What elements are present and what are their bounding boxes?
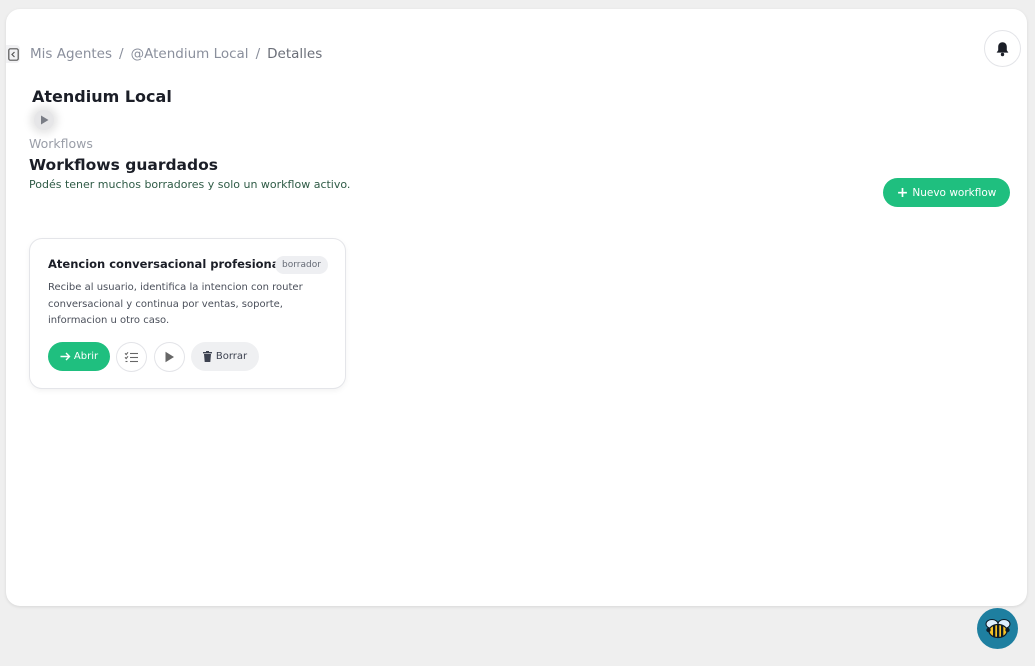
main-panel: Mis Agentes / @Atendium Local / Detalles…	[6, 9, 1027, 606]
delete-workflow-label: Borrar	[215, 351, 248, 362]
open-workflow-button[interactable]: Abrir	[48, 342, 110, 371]
bee-icon	[985, 618, 1010, 638]
breadcrumb-separator: /	[119, 46, 124, 62]
checklist-icon	[124, 351, 138, 362]
section-subtitle: Podés tener muchos borradores y solo un …	[29, 178, 351, 191]
plus-icon: +	[896, 184, 909, 201]
workflow-card: Atencion conversacional profesional borr…	[29, 238, 346, 389]
bell-icon	[996, 41, 1009, 56]
arrow-right-icon	[60, 352, 71, 361]
run-workflow-button[interactable]	[154, 342, 185, 372]
workflow-description: Recibe al usuario, identifica la intenci…	[48, 282, 303, 326]
open-workflow-label: Abrir	[73, 351, 99, 362]
play-icon	[40, 115, 48, 125]
section-label: Workflows	[29, 136, 93, 151]
collapse-sidebar-icon	[7, 47, 19, 61]
new-workflow-label: Nuevo workflow	[912, 186, 997, 199]
breadcrumb: Mis Agentes / @Atendium Local / Detalles	[30, 46, 322, 62]
workflow-checklist-button[interactable]	[116, 342, 147, 372]
collapse-sidebar-button[interactable]	[6, 45, 20, 63]
workflow-title: Atencion conversacional profesional	[48, 257, 284, 271]
breadcrumb-current: Detalles	[267, 46, 323, 62]
delete-workflow-button[interactable]: Borrar	[191, 342, 259, 371]
breadcrumb-agent[interactable]: @Atendium Local	[131, 46, 249, 62]
section-title: Workflows guardados	[29, 156, 218, 174]
breadcrumb-separator: /	[255, 46, 261, 62]
run-agent-button[interactable]	[34, 110, 54, 130]
agent-name-heading: Atendium Local	[32, 87, 172, 106]
play-icon	[165, 351, 174, 363]
notifications-button[interactable]	[984, 30, 1021, 67]
new-workflow-button[interactable]: + Nuevo workflow	[883, 178, 1010, 207]
assistant-bee-button[interactable]	[977, 608, 1018, 649]
breadcrumb-mis-agentes[interactable]: Mis Agentes	[30, 46, 112, 62]
trash-icon	[202, 351, 212, 362]
status-badge: borrador	[275, 256, 328, 274]
